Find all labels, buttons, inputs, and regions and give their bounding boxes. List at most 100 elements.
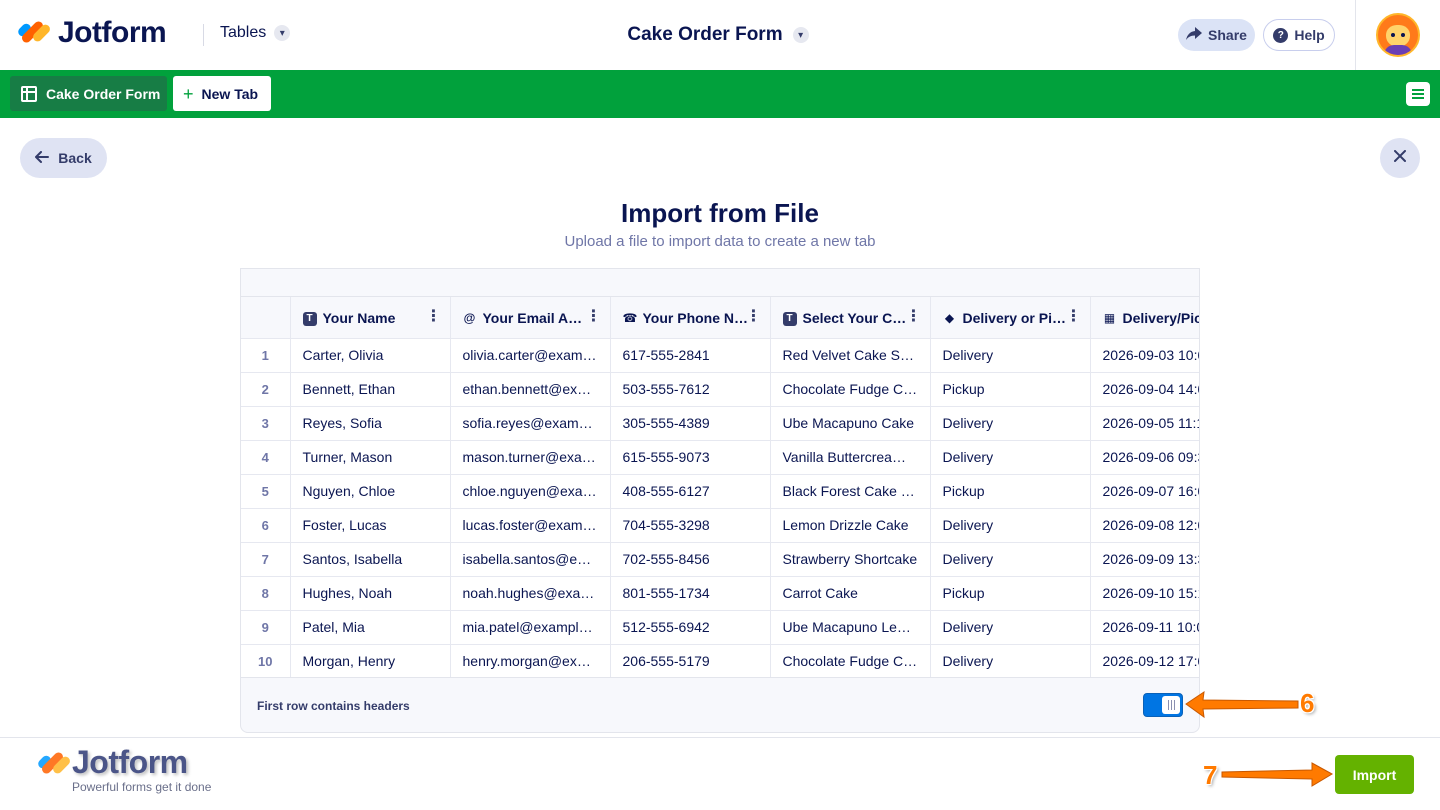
watermark-tagline: Powerful forms get it done xyxy=(72,780,212,794)
cell-name: Morgan, Henry xyxy=(290,644,451,677)
cell-phone: 206-555-5179 xyxy=(610,644,771,677)
cell-cake: Red Velvet Cake Strawberry xyxy=(770,338,931,373)
new-tab-button[interactable]: + New Tab xyxy=(173,76,271,111)
headers-toggle[interactable] xyxy=(1143,693,1183,717)
row-number: 10 xyxy=(241,644,291,677)
cell-name: Patel, Mia xyxy=(290,610,451,645)
cell-email: mason.turner@example.com xyxy=(450,440,611,475)
text-icon: T xyxy=(782,312,797,327)
avatar[interactable] xyxy=(1376,13,1420,57)
cell-method: Delivery xyxy=(930,610,1091,645)
cell-name: Turner, Mason xyxy=(290,440,451,475)
cell-email: henry.morgan@example.com xyxy=(450,644,611,677)
cell-phone: 512-555-6942 xyxy=(610,610,771,645)
annotation-arrow-toggle xyxy=(1185,690,1299,719)
cell-cake: Carrot Cake xyxy=(770,576,931,611)
column-header[interactable]: T Select Your Cake ⋮ xyxy=(770,297,931,339)
cell-date: 2026-09-12 17:00 xyxy=(1090,644,1199,677)
row-number: 4 xyxy=(241,440,291,475)
cell-phone: 503-555-7612 xyxy=(610,372,771,407)
column-header[interactable]: T Your Name ⋮ xyxy=(290,297,451,339)
jotform-watermark-icon xyxy=(36,747,72,779)
cell-email: ethan.bennett@example.com xyxy=(450,372,611,407)
cell-cake: Black Forest Cake Deluxe xyxy=(770,474,931,509)
column-header[interactable]: @ Your Email Address⋮ xyxy=(450,297,611,339)
text-icon: T xyxy=(302,312,317,327)
cell-cake: Chocolate Fudge Cake xyxy=(770,372,931,407)
column-header-label: Your Phone Number xyxy=(642,309,751,326)
cell-method: Delivery xyxy=(930,542,1091,577)
cell-date: 2026-09-06 09:30 xyxy=(1090,440,1199,475)
cell-name: Bennett, Ethan xyxy=(290,372,451,407)
cell-email: lucas.foster@example.com xyxy=(450,508,611,543)
cell-date: 2026-09-09 13:30 xyxy=(1090,542,1199,577)
row-number-header xyxy=(241,297,291,339)
share-button[interactable]: Share xyxy=(1178,19,1255,51)
tab-cake-order-form[interactable]: Cake Order Form xyxy=(10,76,167,111)
column-header-label: Your Email Address xyxy=(482,309,591,326)
share-icon xyxy=(1186,27,1203,43)
table-row: 1Carter, Oliviaolivia.carter@example.com… xyxy=(241,338,1199,373)
column-menu-icon[interactable]: ⋮ xyxy=(586,309,602,325)
cell-name: Santos, Isabella xyxy=(290,542,451,577)
column-header[interactable]: ▦ Delivery/Pickup Date xyxy=(1090,297,1200,339)
cell-method: Pickup xyxy=(930,474,1091,509)
column-header-label: Your Name xyxy=(322,309,396,326)
column-header-label: Select Your Cake xyxy=(802,309,911,326)
cell-date: 2026-09-04 14:00 xyxy=(1090,372,1199,407)
preview-grid[interactable]: TYour Name⋮@Your Email Address⋮☎Your Pho… xyxy=(241,296,1200,678)
at-icon: @ xyxy=(463,310,476,325)
form-title-dropdown[interactable]: Cake Order Form ▾ xyxy=(627,24,809,46)
cell-email: isabella.santos@example.com xyxy=(450,542,611,577)
import-button[interactable]: Import xyxy=(1335,755,1414,794)
cell-email: noah.hughes@example.com xyxy=(450,576,611,611)
phone-icon: ☎ xyxy=(622,310,638,325)
row-number: 6 xyxy=(241,508,291,543)
form-title: Cake Order Form xyxy=(627,24,783,45)
column-menu-icon[interactable]: ⋮ xyxy=(906,309,922,325)
back-button[interactable]: Back xyxy=(20,138,107,178)
column-header[interactable]: ◆ Delivery or Pickup⋮ xyxy=(930,297,1091,339)
cell-name: Carter, Olivia xyxy=(290,338,451,373)
cell-phone: 615-555-9073 xyxy=(610,440,771,475)
table-row: 6Foster, Lucaslucas.foster@example.com70… xyxy=(241,508,1199,543)
cell-name: Foster, Lucas xyxy=(290,508,451,543)
cell-email: sofia.reyes@example.com xyxy=(450,406,611,441)
help-label: Help xyxy=(1294,27,1325,43)
cell-phone: 408-555-6127 xyxy=(610,474,771,509)
tag-icon: ◆ xyxy=(944,310,955,325)
headers-toggle-label: First row contains headers xyxy=(257,699,410,713)
table-row: 7Santos, Isabellaisabella.santos@example… xyxy=(241,542,1199,577)
cell-name: Reyes, Sofia xyxy=(290,406,451,441)
row-number: 1 xyxy=(241,338,291,373)
cell-cake: Lemon Drizzle Cake xyxy=(770,508,931,543)
table-row: 3Reyes, Sofiasofia.reyes@example.com305-… xyxy=(241,406,1199,441)
cell-method: Delivery xyxy=(930,406,1091,441)
cell-cake: Ube Macapuno Cake xyxy=(770,406,931,441)
toggle-knob xyxy=(1162,696,1180,714)
cell-name: Hughes, Noah xyxy=(290,576,451,611)
table-row: 5Nguyen, Chloechloe.nguyen@example.com40… xyxy=(241,474,1199,509)
column-menu-icon[interactable]: ⋮ xyxy=(1066,309,1082,325)
column-header[interactable]: ☎ Your Phone Number⋮ xyxy=(610,297,771,339)
close-button[interactable] xyxy=(1380,138,1420,178)
hamburger-menu-icon[interactable] xyxy=(1406,82,1430,106)
help-button[interactable]: ? Help xyxy=(1263,19,1335,51)
column-menu-icon[interactable]: ⋮ xyxy=(426,309,442,325)
import-preview-panel: TYour Name⋮@Your Email Address⋮☎Your Pho… xyxy=(240,268,1200,733)
cell-phone: 617-555-2841 xyxy=(610,338,771,373)
column-header-label: Delivery or Pickup xyxy=(962,309,1071,326)
cell-date: 2026-09-07 16:00 xyxy=(1090,474,1199,509)
table-row: 10Morgan, Henryhenry.morgan@example.com2… xyxy=(241,644,1199,677)
help-icon: ? xyxy=(1273,27,1289,43)
arrow-left-icon xyxy=(35,150,50,166)
preview-table: TYour Name⋮@Your Email Address⋮☎Your Pho… xyxy=(241,297,1200,677)
row-number: 8 xyxy=(241,576,291,611)
column-header-label: Delivery/Pickup Date xyxy=(1122,309,1200,326)
cell-method: Pickup xyxy=(930,576,1091,611)
row-number: 2 xyxy=(241,372,291,407)
back-label: Back xyxy=(58,150,92,166)
cell-cake: Ube Macapuno Leche Flan xyxy=(770,610,931,645)
column-menu-icon[interactable]: ⋮ xyxy=(746,309,762,325)
cell-method: Delivery xyxy=(930,644,1091,677)
